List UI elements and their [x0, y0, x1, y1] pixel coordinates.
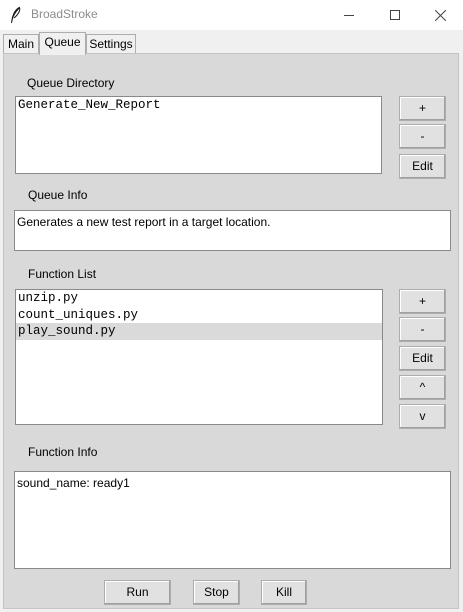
move-up-button[interactable]: ^ [399, 375, 446, 400]
close-icon [434, 9, 446, 21]
queue-info-value: Generates a new test report in a target … [17, 215, 271, 229]
queue-info-label: Queue Info [28, 188, 88, 202]
title-bar: BroadStroke [0, 0, 463, 30]
function-info-label: Function Info [28, 445, 98, 459]
minimize-icon [344, 15, 354, 16]
close-button[interactable] [417, 0, 463, 30]
minimize-button[interactable] [326, 0, 372, 30]
function-info-text[interactable]: sound_name: ready1 [14, 471, 451, 569]
kill-button[interactable]: Kill [261, 580, 307, 605]
queue-edit-button[interactable]: Edit [399, 154, 446, 179]
run-button[interactable]: Run [104, 580, 171, 605]
list-item[interactable]: play_sound.py [16, 323, 382, 340]
function-list-label: Function List [28, 267, 97, 281]
window-title: BroadStroke [31, 7, 98, 21]
stop-button[interactable]: Stop [193, 580, 240, 605]
list-item[interactable]: unzip.py [16, 290, 382, 307]
tab-queue[interactable]: Queue [39, 32, 86, 55]
tab-main[interactable]: Main [3, 34, 39, 54]
queue-info-text[interactable]: Generates a new test report in a target … [14, 210, 451, 251]
function-remove-button[interactable]: - [399, 317, 446, 342]
list-item[interactable]: Generate_New_Report [16, 97, 381, 114]
tab-settings[interactable]: Settings [86, 34, 136, 54]
queue-add-button[interactable]: + [399, 96, 446, 121]
function-info-value: sound_name: ready1 [17, 476, 130, 490]
queue-directory-label: Queue Directory [27, 76, 115, 90]
queue-remove-button[interactable]: - [399, 124, 446, 149]
maximize-icon [390, 10, 400, 20]
tab-bar: Main Queue Settings [0, 30, 463, 55]
function-list[interactable]: unzip.py count_uniques.py play_sound.py [15, 289, 383, 425]
function-edit-button[interactable]: Edit [399, 346, 446, 371]
function-add-button[interactable]: + [399, 289, 446, 314]
queue-directory-list[interactable]: Generate_New_Report [15, 96, 382, 174]
maximize-button[interactable] [372, 0, 418, 30]
feather-icon [11, 6, 21, 23]
move-down-button[interactable]: v [399, 404, 446, 429]
list-item[interactable]: count_uniques.py [16, 307, 382, 324]
